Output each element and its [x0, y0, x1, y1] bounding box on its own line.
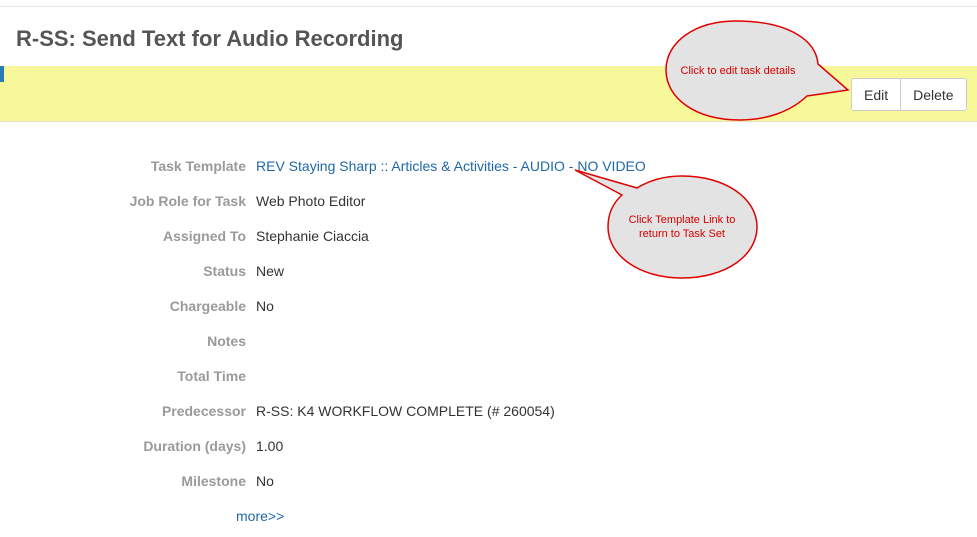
more-link[interactable]: more>> — [236, 508, 284, 524]
assigned-to-value: Stephanie Ciaccia — [256, 227, 369, 244]
delete-button[interactable]: Delete — [900, 79, 966, 110]
task-details: Task Template REV Staying Sharp :: Artic… — [0, 148, 977, 533]
detail-row-total-time: Total Time — [0, 358, 977, 393]
predecessor-label: Predecessor — [161, 402, 246, 419]
edit-callout-text: Click to edit task details — [680, 65, 796, 77]
detail-row-duration: Duration (days) 1.00 — [0, 428, 977, 463]
more-row: more>> — [0, 498, 977, 533]
left-accent-bar — [0, 66, 4, 82]
notes-label: Notes — [207, 332, 246, 349]
status-value: New — [256, 262, 285, 279]
detail-row-notes: Notes — [0, 323, 977, 358]
action-toolbar: Edit Delete — [0, 66, 977, 122]
job-role-label: Job Role for Task — [129, 192, 246, 209]
page-title: R-SS: Send Text for Audio Recording — [16, 26, 404, 51]
chargeable-value: No — [256, 297, 274, 314]
edit-button[interactable]: Edit — [852, 79, 901, 110]
detail-row-job-role: Job Role for Task Web Photo Editor — [0, 183, 977, 218]
duration-value: 1.00 — [256, 437, 284, 454]
total-time-label: Total Time — [177, 367, 246, 384]
job-role-value: Web Photo Editor — [256, 192, 366, 209]
chargeable-label: Chargeable — [169, 297, 246, 314]
template-callout-text: Click Template Link to return to Task Se… — [628, 214, 736, 240]
detail-row-milestone: Milestone No — [0, 463, 977, 498]
predecessor-value: R-SS: K4 WORKFLOW COMPLETE (# 260054) — [256, 402, 555, 419]
action-button-group: Edit Delete — [851, 78, 967, 111]
detail-row-assigned-to: Assigned To Stephanie Ciaccia — [0, 218, 977, 253]
assigned-to-label: Assigned To — [163, 227, 246, 244]
detail-row-predecessor: Predecessor R-SS: K4 WORKFLOW COMPLETE (… — [0, 393, 977, 428]
task-template-link[interactable]: REV Staying Sharp :: Articles & Activiti… — [256, 158, 646, 174]
milestone-value: No — [256, 472, 274, 489]
status-label: Status — [203, 262, 246, 279]
detail-row-task-template: Task Template REV Staying Sharp :: Artic… — [0, 148, 977, 183]
top-divider — [0, 6, 977, 7]
detail-row-status: Status New — [0, 253, 977, 288]
task-template-label: Task Template — [150, 157, 246, 174]
detail-row-chargeable: Chargeable No — [0, 288, 977, 323]
duration-label: Duration (days) — [143, 437, 246, 454]
milestone-label: Milestone — [181, 472, 246, 489]
